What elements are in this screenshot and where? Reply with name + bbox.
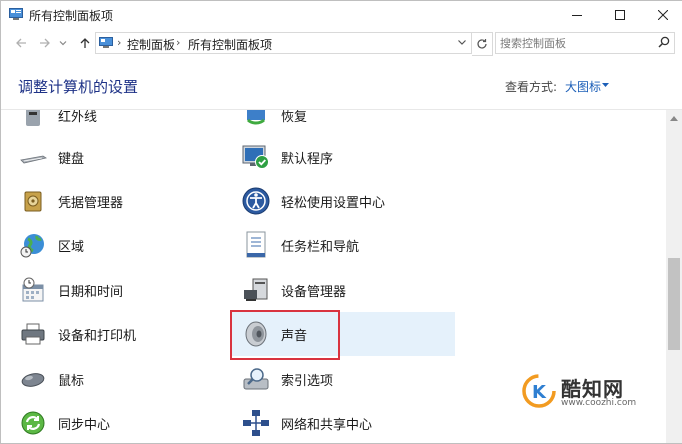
navigation-bar: › 控制面板 › 所有控制面板项 ›: [1, 29, 682, 57]
mouse-icon: [21, 373, 45, 387]
maximize-icon: [615, 10, 625, 20]
item-label: 红外线: [58, 110, 98, 125]
item-label: 默认程序: [281, 151, 334, 167]
search-box[interactable]: [495, 32, 675, 54]
item-keyboard[interactable]: 键盘: [18, 137, 84, 177]
item-label: 同步中心: [58, 417, 111, 433]
item-recovery[interactable]: 恢复: [241, 110, 307, 135]
scrollbar-thumb[interactable]: [668, 258, 680, 350]
maximize-button[interactable]: [601, 1, 639, 29]
recovery-icon: [246, 110, 266, 125]
watermark: K 酷知网 www.coozhi.com: [521, 371, 666, 416]
breadcrumb-separator: ›: [176, 36, 181, 49]
coozhi-logo-icon: K: [522, 374, 556, 408]
up-button[interactable]: [77, 35, 93, 51]
minimize-button[interactable]: [558, 1, 596, 29]
recent-locations-button[interactable]: [58, 35, 68, 51]
arrow-left-icon: [16, 38, 26, 48]
refresh-icon: [477, 39, 487, 49]
back-button[interactable]: [13, 35, 29, 51]
item-taskbar-navigation[interactable]: 任务栏和导航: [241, 225, 359, 265]
item-label: 恢复: [281, 110, 308, 125]
arrow-right-icon: [40, 38, 50, 48]
breadcrumb-separator: ›: [268, 36, 273, 49]
default-programs-icon: [242, 145, 269, 169]
item-date-time[interactable]: 日期和时间: [18, 270, 123, 310]
item-ease-of-access[interactable]: 轻松使用设置中心: [241, 181, 385, 221]
item-network-sharing[interactable]: 网络和共享中心: [241, 403, 372, 443]
close-icon: [658, 10, 668, 20]
chevron-up-icon: [670, 116, 678, 121]
item-sync-center[interactable]: 同步中心: [18, 403, 110, 443]
watermark-url: www.coozhi.com: [561, 398, 637, 408]
search-icon[interactable]: [658, 36, 670, 48]
item-label: 轻松使用设置中心: [281, 195, 386, 211]
sound-highlight-annotation: [230, 310, 340, 360]
printer-icon: [21, 323, 45, 345]
chevron-down-icon[interactable]: [457, 37, 467, 47]
title-bar: 所有控制面板项: [1, 1, 682, 29]
indexing-icon: [243, 368, 269, 390]
control-panel-icon: [99, 37, 113, 48]
window-title: 所有控制面板项: [29, 9, 114, 23]
forward-button[interactable]: [37, 35, 53, 51]
item-credential-manager[interactable]: 凭据管理器: [18, 181, 123, 221]
breadcrumb-all-items[interactable]: 所有控制面板项: [188, 36, 272, 53]
keyboard-icon: [20, 155, 47, 164]
breadcrumb-control-panel[interactable]: 控制面板: [127, 36, 175, 53]
item-label: 网络和共享中心: [281, 417, 373, 433]
svg-text:K: K: [532, 382, 547, 403]
item-default-programs[interactable]: 默认程序: [241, 137, 333, 177]
item-infrared[interactable]: 红外线: [18, 110, 97, 135]
scroll-up-button[interactable]: [666, 110, 682, 126]
caret-down-icon[interactable]: [602, 83, 609, 87]
item-label: 区域: [58, 239, 85, 255]
infrared-icon: [26, 110, 40, 126]
ease-of-access-icon: [242, 187, 270, 215]
vertical-scrollbar[interactable]: [666, 110, 682, 443]
item-label: 鼠标: [58, 373, 85, 389]
control-panel-icon: [9, 8, 23, 20]
globe-clock-icon: [20, 234, 44, 258]
item-label: 设备和打印机: [58, 328, 137, 344]
chevron-down-icon: [59, 41, 67, 46]
taskbar-icon: [246, 231, 266, 258]
item-label: 任务栏和导航: [281, 239, 360, 255]
item-region[interactable]: 区域: [18, 225, 84, 265]
sync-icon: [21, 411, 45, 435]
item-mouse[interactable]: 鼠标: [18, 359, 84, 399]
view-by-label: 查看方式:: [505, 80, 558, 94]
item-label: 索引选项: [281, 373, 334, 389]
item-label: 凭据管理器: [58, 195, 124, 211]
item-devices-printers[interactable]: 设备和打印机: [18, 314, 136, 354]
item-label: 日期和时间: [58, 284, 124, 300]
view-by-dropdown[interactable]: 大图标: [565, 78, 601, 95]
item-indexing-options[interactable]: 索引选项: [241, 359, 333, 399]
search-input[interactable]: [500, 35, 650, 51]
network-icon: [243, 410, 269, 436]
control-panel-window: 所有控制面板项 › 控制面板 › 所有控制面板项 › 搜索控制面板 调整计算机的…: [0, 0, 682, 444]
refresh-button[interactable]: [472, 32, 493, 56]
page-title: 调整计算机的设置: [18, 78, 139, 96]
minimize-icon: [572, 15, 582, 16]
breadcrumb-separator: ›: [117, 36, 122, 49]
calendar-clock-icon: [22, 277, 44, 302]
item-label: 键盘: [58, 151, 85, 167]
close-button[interactable]: [644, 1, 682, 29]
address-bar[interactable]: › 控制面板 › 所有控制面板项 ›: [95, 32, 472, 54]
arrow-up-icon: [80, 38, 90, 48]
device-manager-icon: [244, 278, 268, 301]
credential-vault-icon: [24, 191, 42, 212]
item-label: 设备管理器: [281, 284, 347, 300]
item-device-manager[interactable]: 设备管理器: [241, 270, 346, 310]
